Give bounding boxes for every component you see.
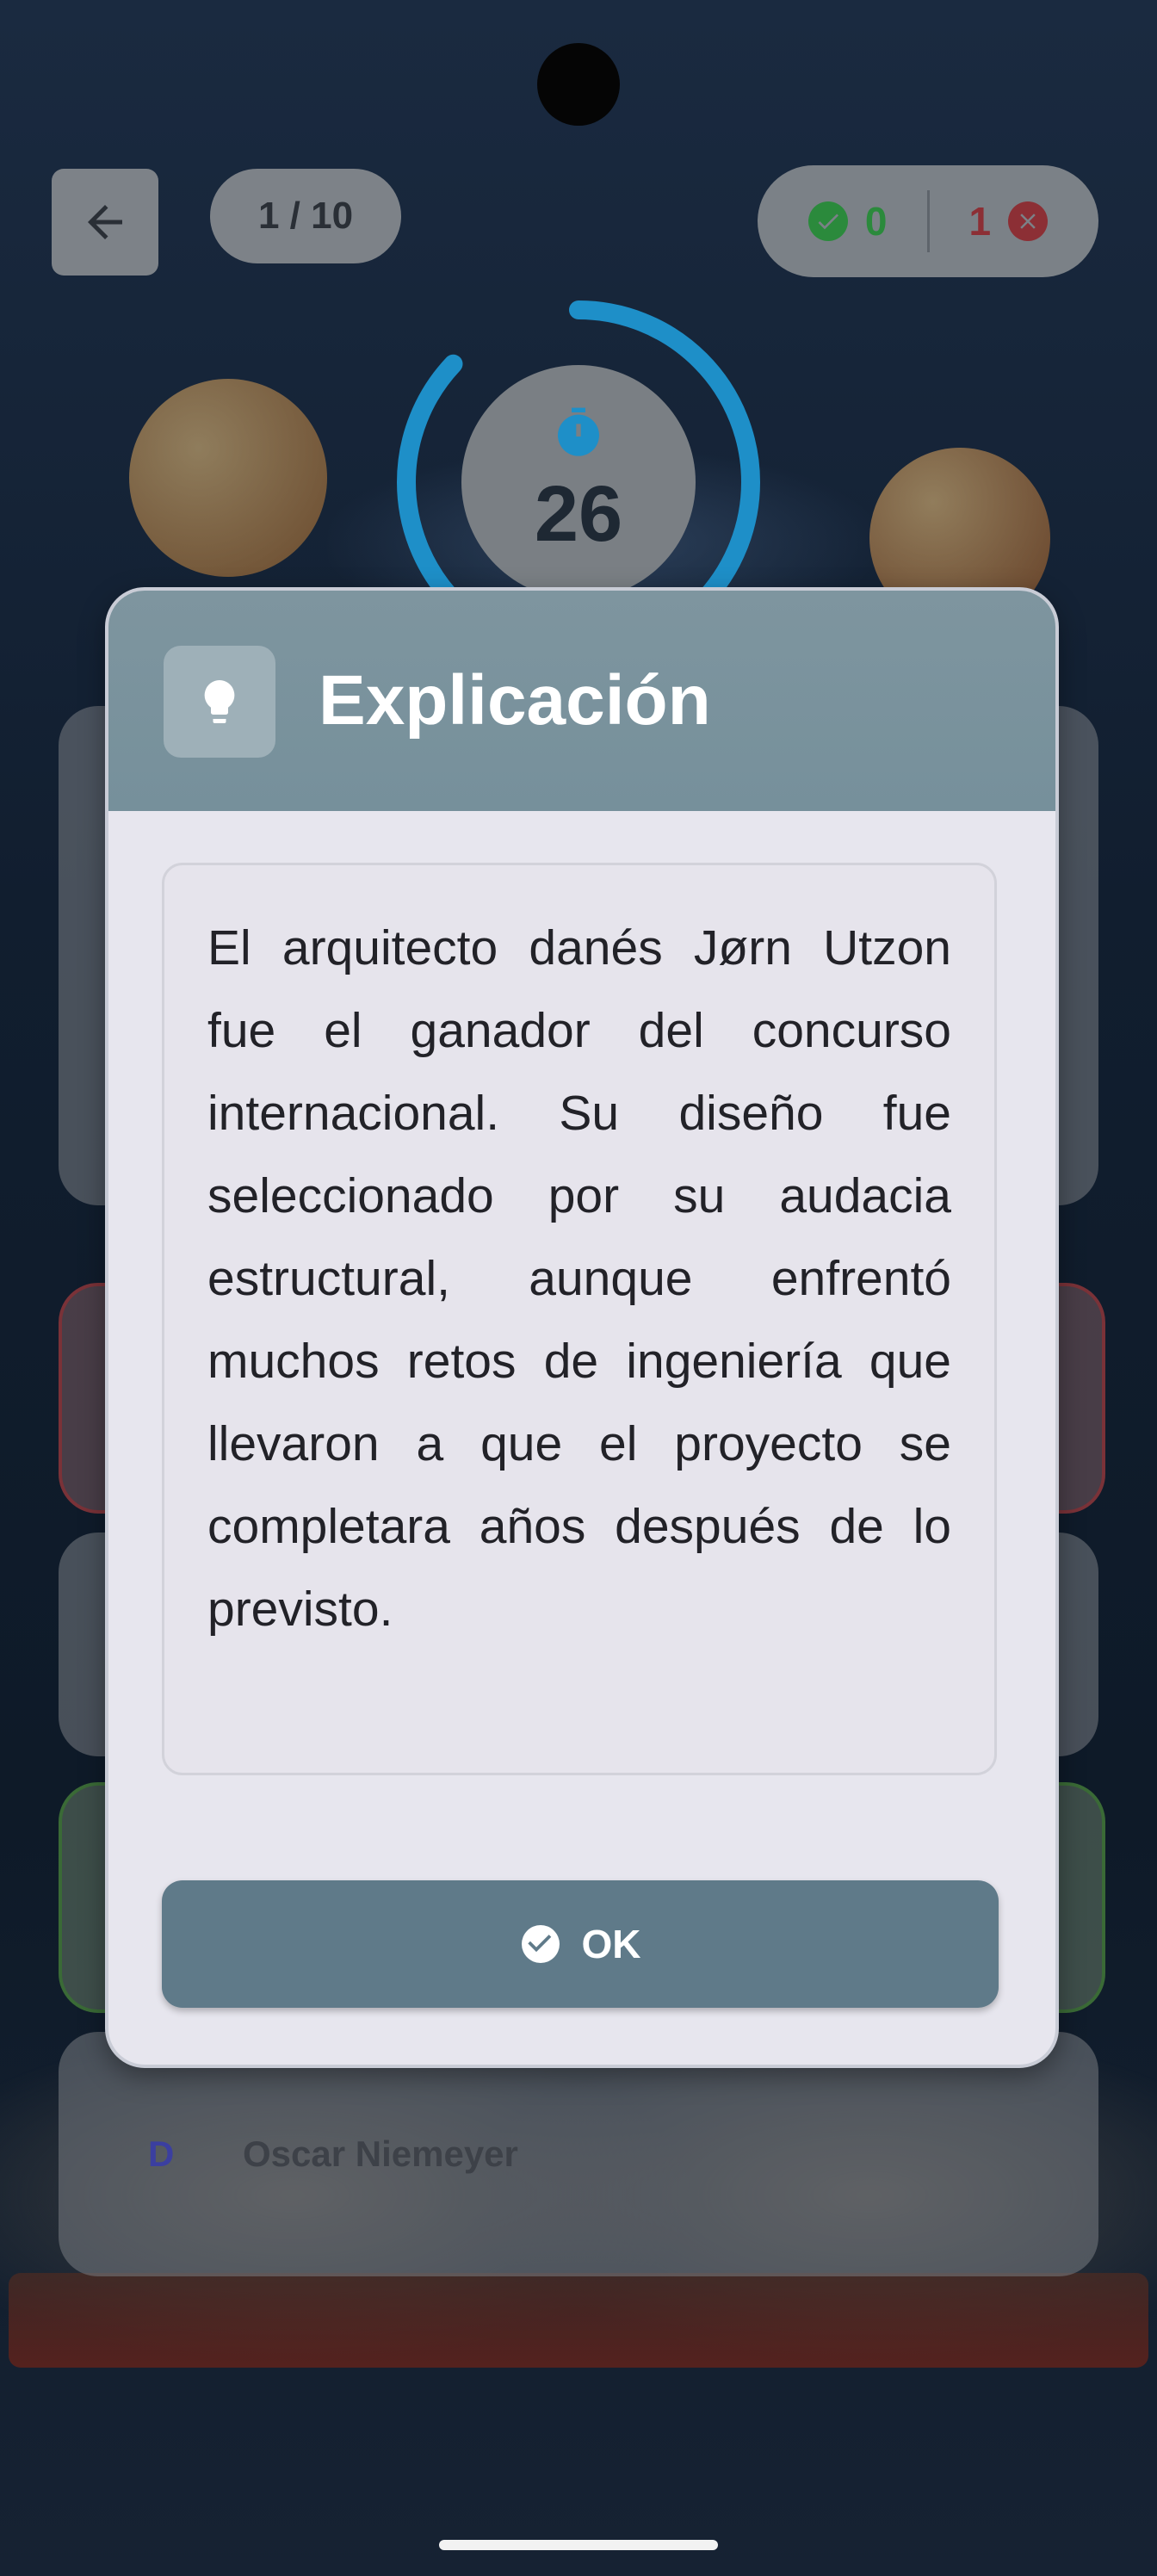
ok-button[interactable]: OK: [162, 1880, 999, 2008]
arrow-left-icon: [88, 205, 122, 239]
wrong-score: 1: [969, 198, 1049, 245]
background-book-cover: [9, 2273, 1148, 2368]
explanation-card: El arquitecto danés Jørn Utzon fue el ga…: [162, 863, 997, 1775]
wrong-count: 1: [968, 199, 992, 244]
timer-face: 26: [461, 365, 696, 599]
correct-count: 0: [864, 199, 888, 244]
answer-option-d: D Oscar Niemeyer: [59, 2032, 1098, 2276]
explanation-text: El arquitecto danés Jørn Utzon fue el ga…: [207, 920, 951, 1637]
quiz-screen: 1 / 10 0 1 26 D Oscar Niemeyer Explicaci…: [0, 0, 1157, 2576]
check-circle-icon: [521, 1925, 560, 1963]
dialog-title: Explicación: [319, 661, 711, 740]
status-bar: [0, 0, 1157, 138]
question-progress: 1 / 10: [210, 169, 401, 263]
home-indicator[interactable]: [439, 2540, 718, 2550]
option-letter: D: [148, 2133, 175, 2174]
stopwatch-icon: [558, 407, 599, 456]
correct-score: 0: [807, 198, 888, 245]
ok-label: OK: [581, 1922, 641, 1966]
timer-seconds: 26: [534, 469, 623, 558]
close-circle-icon: [1008, 201, 1049, 241]
lightbulb-icon: [164, 646, 275, 758]
explanation-dialog: Explicación El arquitecto danés Jørn Utz…: [105, 587, 1059, 2068]
background-moon: [129, 379, 327, 577]
score-counter: 0 1: [758, 165, 1098, 277]
option-text: Oscar Niemeyer: [243, 2133, 518, 2174]
camera-cutout: [537, 43, 620, 126]
back-button[interactable]: [52, 169, 158, 276]
check-circle-icon: [807, 201, 848, 241]
dialog-header: Explicación: [108, 591, 1055, 811]
score-divider: [926, 190, 930, 252]
question-progress-text: 1 / 10: [257, 195, 354, 237]
